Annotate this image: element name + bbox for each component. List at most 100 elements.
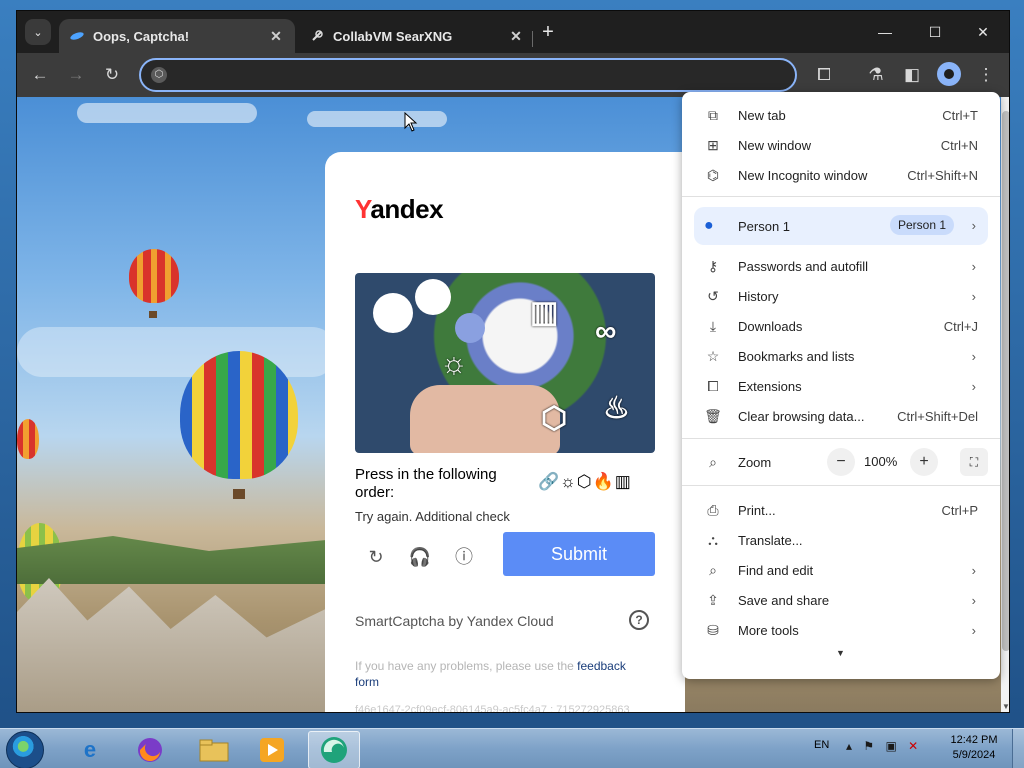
feedback-text: If you have any problems, please use the… <box>355 659 626 689</box>
clock[interactable]: 12:42 PM 5/9/2024 <box>944 733 1004 763</box>
valley-greenery <box>17 536 337 584</box>
chevron-right-icon: › <box>971 562 976 578</box>
more-menu-icon[interactable]: ⋮ <box>973 62 999 88</box>
headphones-icon[interactable]: 🎧 <box>407 544 433 570</box>
zoom-out-button[interactable]: − <box>827 448 855 476</box>
volume-muted-icon[interactable]: ✕ <box>908 739 922 753</box>
maximize-icon[interactable]: ☐ <box>913 19 957 45</box>
internet-explorer-icon[interactable]: e <box>64 731 116 768</box>
clock-date: 5/9/2024 <box>952 749 996 761</box>
menu-item-translate[interactable]: ⛬ Translate... <box>682 525 1000 555</box>
flower <box>455 313 485 343</box>
vertical-scrollbar[interactable]: ▼ <box>1001 97 1009 712</box>
address-bar[interactable]: ⬡ <box>139 58 797 92</box>
menu-item-find-and-edit[interactable]: ⌕ Find and edit › <box>682 555 1000 585</box>
new-tab-icon: ⧉ <box>708 106 718 123</box>
info-icon[interactable]: ⓘ <box>451 544 477 570</box>
reload-icon[interactable]: ↻ <box>99 62 125 88</box>
new-tab-plus-icon[interactable]: + <box>537 21 559 43</box>
menu-item-more-tools[interactable]: ⛁ More tools › <box>682 615 1000 645</box>
show-desktop-button[interactable] <box>1012 729 1024 768</box>
site-info-icon[interactable]: ⬡ <box>151 67 167 83</box>
hot-air-balloon <box>129 249 179 303</box>
yandex-favicon-icon <box>69 28 85 44</box>
edge-browser-taskbar-icon[interactable] <box>308 731 360 768</box>
flame-target-icon[interactable]: ♨ <box>603 391 630 426</box>
close-tab-icon[interactable]: ✕ <box>507 28 525 45</box>
profile-avatar[interactable] <box>937 62 961 86</box>
box-target-icon[interactable]: ⬡ <box>541 401 567 436</box>
side-panel-icon[interactable]: ◧ <box>899 62 925 88</box>
forward-arrow-icon[interactable]: → <box>63 62 89 88</box>
scrollbar-thumb[interactable] <box>1002 111 1009 651</box>
print-icon: ⎙ <box>707 501 719 518</box>
menu-item-bookmarks[interactable]: ☆ Bookmarks and lists › <box>682 341 1000 371</box>
address-input[interactable] <box>175 64 775 86</box>
captcha-image[interactable]: ▥ ∞ ☼ ⬡ ♨ <box>355 273 655 453</box>
firefox-icon[interactable] <box>124 731 176 768</box>
tab-search-button[interactable]: ⌄ <box>25 19 51 45</box>
menu-item-new-tab[interactable]: ⧉ New tab Ctrl+T <box>682 100 1000 130</box>
balloon-basket <box>233 489 245 499</box>
menu-item-person[interactable]: ● Person 1 Person 1 › <box>694 207 988 245</box>
menu-item-print[interactable]: ⎙ Print... Ctrl+P <box>682 495 1000 525</box>
menu-item-new-incognito[interactable]: ⌬ New Incognito window Ctrl+Shift+N <box>682 160 1000 190</box>
taskbar: e EN ▴ ⚑ ▣ ✕ 12:42 PM 5/9/2024 <box>0 728 1024 768</box>
language-indicator[interactable]: EN <box>814 739 829 751</box>
menu-item-downloads[interactable]: ⤓ Downloads Ctrl+J <box>682 311 1000 341</box>
mouse-cursor-icon <box>404 112 418 132</box>
link-target-icon[interactable]: ∞ <box>595 315 616 349</box>
zoom-level: 100% <box>864 454 898 469</box>
labs-flask-icon[interactable]: ⚗ <box>863 62 889 88</box>
toolbox-icon: ⛁ <box>707 621 719 638</box>
menu-item-history[interactable]: ↺ History › <box>682 281 1000 311</box>
flag-icon[interactable]: ⚑ <box>863 739 878 753</box>
menu-item-passwords[interactable]: ⚷ Passwords and autofill › <box>682 251 1000 281</box>
tab-oops-captcha[interactable]: Oops, Captcha! ✕ <box>59 19 295 53</box>
history-icon: ↺ <box>707 287 719 304</box>
new-window-icon: ⊞ <box>707 136 719 153</box>
zoom-in-button[interactable]: + <box>910 448 938 476</box>
chevron-right-icon: › <box>971 288 976 304</box>
menu-scroll-down-icon[interactable]: ▼ <box>836 648 845 658</box>
hot-air-balloon <box>17 419 39 459</box>
media-player-icon[interactable] <box>246 731 298 768</box>
person-icon: ● <box>704 217 714 234</box>
trash-icon: 🗑 <box>704 407 722 424</box>
flower <box>373 293 413 333</box>
minimize-icon[interactable]: — <box>863 19 907 45</box>
translate-icon: ⛬ <box>708 531 718 548</box>
searxng-favicon-icon <box>309 28 325 44</box>
tab-collabvm-searxng[interactable]: CollabVM SearXNG ✕ <box>299 19 535 53</box>
window-close-icon[interactable]: ✕ <box>961 19 1005 45</box>
tray-expand-icon[interactable]: ▴ <box>846 739 856 753</box>
help-icon[interactable]: ? <box>629 610 649 630</box>
menu-item-save-and-share[interactable]: ⇪ Save and share › <box>682 585 1000 615</box>
menu-item-clear-browsing-data[interactable]: 🗑 Clear browsing data... Ctrl+Shift+Del <box>682 401 1000 431</box>
fullscreen-button[interactable]: ⛶ <box>960 448 988 476</box>
puzzle-target-icon[interactable]: ▥ <box>530 295 558 330</box>
tab-separator <box>532 31 533 47</box>
menu-item-extensions[interactable]: ⧠ Extensions › <box>682 371 1000 401</box>
sun-target-icon[interactable]: ☼ <box>440 347 468 381</box>
close-tab-icon[interactable]: ✕ <box>267 28 285 45</box>
submit-button[interactable]: Submit <box>503 532 655 576</box>
refresh-icon[interactable]: ↻ <box>363 544 389 570</box>
extension-icon: ⧠ <box>707 377 719 394</box>
provider-label: SmartCaptcha by Yandex Cloud <box>355 613 554 629</box>
chrome-main-menu: ⧉ New tab Ctrl+T ⊞ New window Ctrl+N ⌬ N… <box>682 92 1000 679</box>
network-icon[interactable]: ▣ <box>885 739 900 753</box>
menu-item-new-window[interactable]: ⊞ New window Ctrl+N <box>682 130 1000 160</box>
order-icons: 🔗☼⬡🔥▥ <box>538 472 632 491</box>
chevron-right-icon: › <box>971 348 976 364</box>
captcha-status-text: Try again. Additional check <box>355 509 510 524</box>
start-button[interactable] <box>6 731 44 768</box>
extensions-puzzle-icon[interactable]: ⧠ <box>811 62 837 88</box>
chevron-right-icon: › <box>971 378 976 394</box>
scroll-down-arrow-icon[interactable]: ▼ <box>1001 702 1009 712</box>
flower <box>415 279 451 315</box>
back-arrow-icon[interactable]: ← <box>27 62 53 88</box>
tab-bar: ⌄ Oops, Captcha! ✕ CollabVM SearXNG ✕ + … <box>17 11 1009 53</box>
file-explorer-icon[interactable] <box>188 731 240 768</box>
cloud <box>307 111 447 127</box>
